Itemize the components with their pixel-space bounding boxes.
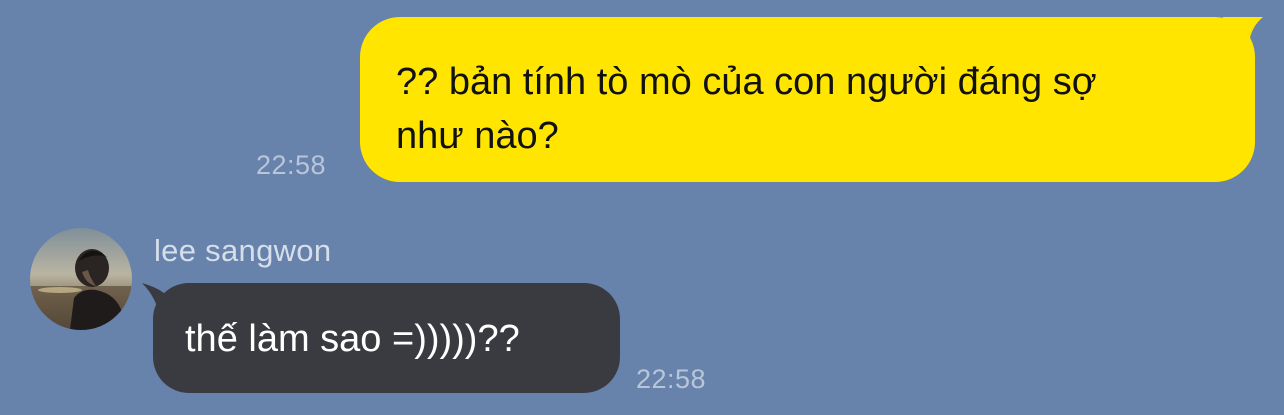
outgoing-text-line-2: như nào? [396, 115, 559, 157]
incoming-bubble[interactable]: thế làm sao =)))))?? [153, 283, 620, 393]
incoming-message[interactable]: thế làm sao =)))))?? [142, 283, 622, 393]
outgoing-text-line-1: ?? bản tính tò mò của con người đáng sợ [396, 61, 1097, 103]
sender-avatar[interactable] [30, 228, 132, 330]
outgoing-timestamp: 22:58 [256, 150, 327, 180]
outgoing-bubble[interactable]: ?? bản tính tò mò của con người đáng sợ n… [360, 17, 1255, 182]
sender-name: lee sangwon [154, 233, 332, 268]
outgoing-message[interactable]: ?? bản tính tò mò của con người đáng sợ n… [360, 17, 1263, 182]
chat-area: ?? bản tính tò mò của con người đáng sợ n… [0, 0, 1284, 415]
outgoing-message-text: ?? bản tính tò mò của con người đáng sợ n… [396, 55, 1225, 163]
incoming-timestamp: 22:58 [636, 364, 707, 394]
incoming-message-text: thế làm sao =)))))?? [185, 318, 520, 360]
user-avatar-photo-icon [30, 228, 132, 330]
